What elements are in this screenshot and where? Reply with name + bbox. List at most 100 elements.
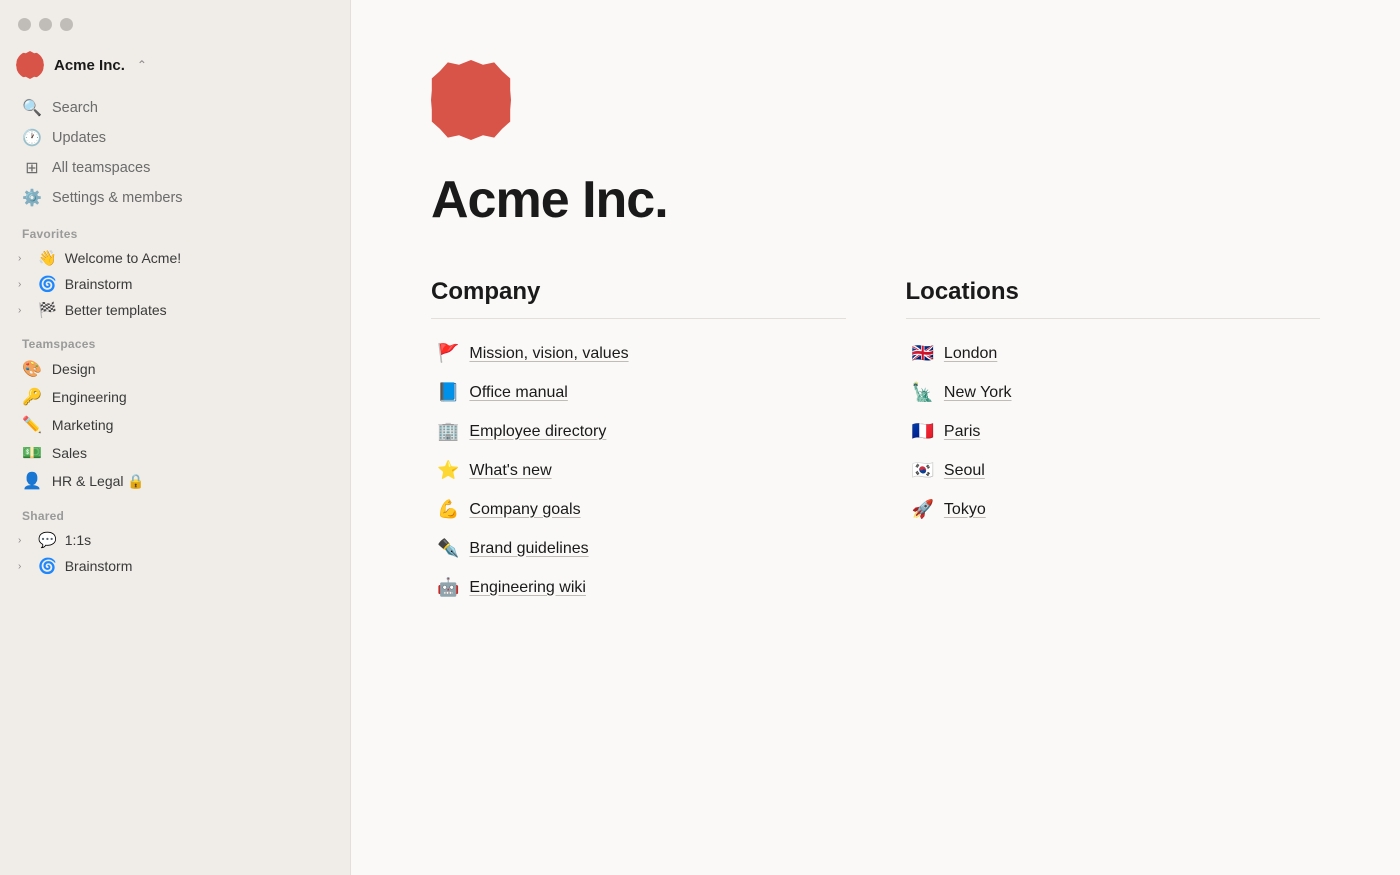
link-text-mission: Mission, vision, values bbox=[469, 345, 628, 363]
nav-label-updates: Updates bbox=[52, 130, 106, 146]
teamspaces-icon: ⊞ bbox=[22, 158, 42, 178]
list-item: 🚀 Tokyo bbox=[906, 491, 1321, 528]
workspace-header[interactable]: Acme Inc. ⌃ bbox=[0, 41, 350, 93]
teamspace-label-hr-legal: HR & Legal 🔒 bbox=[52, 473, 145, 490]
link-tokyo[interactable]: 🚀 Tokyo bbox=[906, 491, 1321, 528]
link-engineering-wiki[interactable]: 🤖 Engineering wiki bbox=[431, 569, 846, 606]
engineering-wiki-emoji: 🤖 bbox=[437, 577, 459, 598]
link-employee-directory[interactable]: 🏢 Employee directory bbox=[431, 413, 846, 450]
chevron-icon: › bbox=[18, 535, 30, 546]
search-icon: 🔍 bbox=[22, 98, 42, 118]
brainstorm2-emoji: 🌀 bbox=[38, 557, 57, 575]
employee-directory-emoji: 🏢 bbox=[437, 421, 459, 442]
list-item: ✒️ Brand guidelines bbox=[431, 530, 846, 567]
list-item: 🇬🇧 London bbox=[906, 335, 1321, 372]
shared-label-brainstorm: Brainstorm bbox=[65, 558, 328, 574]
page-icon bbox=[431, 60, 511, 140]
company-goals-emoji: 💪 bbox=[437, 499, 459, 520]
new-york-emoji: 🗽 bbox=[912, 382, 934, 403]
chevron-icon: › bbox=[18, 279, 30, 290]
list-item: ⭐ What's new bbox=[431, 452, 846, 489]
locations-list: 🇬🇧 London 🗽 New York 🇫🇷 Paris bbox=[906, 335, 1321, 528]
link-london[interactable]: 🇬🇧 London bbox=[906, 335, 1321, 372]
locations-section-title: Locations bbox=[906, 278, 1321, 319]
link-whats-new[interactable]: ⭐ What's new bbox=[431, 452, 846, 489]
traffic-light-minimize[interactable] bbox=[39, 18, 52, 31]
teamspace-item-engineering[interactable]: 🔑 Engineering bbox=[6, 383, 344, 411]
nav-item-updates[interactable]: 🕐 Updates bbox=[6, 123, 344, 153]
tokyo-emoji: 🚀 bbox=[912, 499, 934, 520]
nav-label-teamspaces: All teamspaces bbox=[52, 160, 150, 176]
teamspace-label-sales: Sales bbox=[52, 445, 87, 461]
link-text-paris: Paris bbox=[944, 423, 980, 441]
favorites-item-welcome[interactable]: › 👋 Welcome to Acme! bbox=[6, 245, 344, 271]
engineering-emoji: 🔑 bbox=[22, 387, 42, 407]
content-grid: Company 🚩 Mission, vision, values 📘 Offi… bbox=[431, 278, 1320, 606]
traffic-lights bbox=[0, 0, 350, 41]
shared-item-brainstorm[interactable]: › 🌀 Brainstorm bbox=[6, 553, 344, 579]
brand-guidelines-emoji: ✒️ bbox=[437, 538, 459, 559]
link-text-engineering-wiki: Engineering wiki bbox=[469, 579, 586, 597]
marketing-emoji: ✏️ bbox=[22, 415, 42, 435]
whats-new-emoji: ⭐ bbox=[437, 460, 459, 481]
shared-item-1-1s[interactable]: › 💬 1:1s bbox=[6, 527, 344, 553]
page-title: Acme Inc. bbox=[431, 170, 1320, 230]
favorites-label-welcome: Welcome to Acme! bbox=[65, 250, 328, 266]
brainstorm-emoji: 🌀 bbox=[38, 275, 57, 293]
list-item: 🇰🇷 Seoul bbox=[906, 452, 1321, 489]
company-section: Company 🚩 Mission, vision, values 📘 Offi… bbox=[431, 278, 846, 606]
updates-icon: 🕐 bbox=[22, 128, 42, 148]
link-new-york[interactable]: 🗽 New York bbox=[906, 374, 1321, 411]
teamspace-item-sales[interactable]: 💵 Sales bbox=[6, 439, 344, 467]
favorites-item-better-templates[interactable]: › 🏁 Better templates bbox=[6, 297, 344, 323]
list-item: 🚩 Mission, vision, values bbox=[431, 335, 846, 372]
favorites-item-brainstorm[interactable]: › 🌀 Brainstorm bbox=[6, 271, 344, 297]
link-brand-guidelines[interactable]: ✒️ Brand guidelines bbox=[431, 530, 846, 567]
nav-item-settings[interactable]: ⚙️ Settings & members bbox=[6, 183, 344, 213]
link-company-goals[interactable]: 💪 Company goals bbox=[431, 491, 846, 528]
mission-emoji: 🚩 bbox=[437, 343, 459, 364]
london-emoji: 🇬🇧 bbox=[912, 343, 934, 364]
link-text-office-manual: Office manual bbox=[469, 384, 567, 402]
link-paris[interactable]: 🇫🇷 Paris bbox=[906, 413, 1321, 450]
locations-section: Locations 🇬🇧 London 🗽 New York bbox=[906, 278, 1321, 606]
1-1s-emoji: 💬 bbox=[38, 531, 57, 549]
favorites-section-label: Favorites bbox=[0, 213, 350, 245]
shared-label-1-1s: 1:1s bbox=[65, 532, 328, 548]
sales-emoji: 💵 bbox=[22, 443, 42, 463]
link-seoul[interactable]: 🇰🇷 Seoul bbox=[906, 452, 1321, 489]
link-mission[interactable]: 🚩 Mission, vision, values bbox=[431, 335, 846, 372]
workspace-name: Acme Inc. bbox=[54, 57, 125, 74]
list-item: 💪 Company goals bbox=[431, 491, 846, 528]
teamspace-label-design: Design bbox=[52, 361, 96, 377]
teamspace-label-marketing: Marketing bbox=[52, 417, 113, 433]
office-manual-emoji: 📘 bbox=[437, 382, 459, 403]
chevron-icon: › bbox=[18, 561, 30, 572]
teamspaces-section-label: Teamspaces bbox=[0, 323, 350, 355]
seoul-emoji: 🇰🇷 bbox=[912, 460, 934, 481]
teamspace-item-hr-legal[interactable]: 👤 HR & Legal 🔒 bbox=[6, 467, 344, 495]
traffic-light-close[interactable] bbox=[18, 18, 31, 31]
design-emoji: 🎨 bbox=[22, 359, 42, 379]
list-item: 🇫🇷 Paris bbox=[906, 413, 1321, 450]
favorites-label-better-templates: Better templates bbox=[65, 302, 328, 318]
workspace-icon bbox=[16, 51, 44, 79]
teamspace-item-design[interactable]: 🎨 Design bbox=[6, 355, 344, 383]
link-text-london: London bbox=[944, 345, 997, 363]
chevron-icon: › bbox=[18, 253, 30, 264]
nav-label-search: Search bbox=[52, 100, 98, 116]
link-text-employee-directory: Employee directory bbox=[469, 423, 606, 441]
favorites-label-brainstorm: Brainstorm bbox=[65, 276, 328, 292]
link-office-manual[interactable]: 📘 Office manual bbox=[431, 374, 846, 411]
workspace-chevron: ⌃ bbox=[137, 58, 147, 72]
list-item: 🤖 Engineering wiki bbox=[431, 569, 846, 606]
link-text-company-goals: Company goals bbox=[469, 501, 580, 519]
chevron-icon: › bbox=[18, 305, 30, 316]
settings-icon: ⚙️ bbox=[22, 188, 42, 208]
list-item: 🏢 Employee directory bbox=[431, 413, 846, 450]
teamspace-item-marketing[interactable]: ✏️ Marketing bbox=[6, 411, 344, 439]
nav-item-search[interactable]: 🔍 Search bbox=[6, 93, 344, 123]
traffic-light-maximize[interactable] bbox=[60, 18, 73, 31]
nav-item-teamspaces[interactable]: ⊞ All teamspaces bbox=[6, 153, 344, 183]
teamspace-label-engineering: Engineering bbox=[52, 389, 127, 405]
